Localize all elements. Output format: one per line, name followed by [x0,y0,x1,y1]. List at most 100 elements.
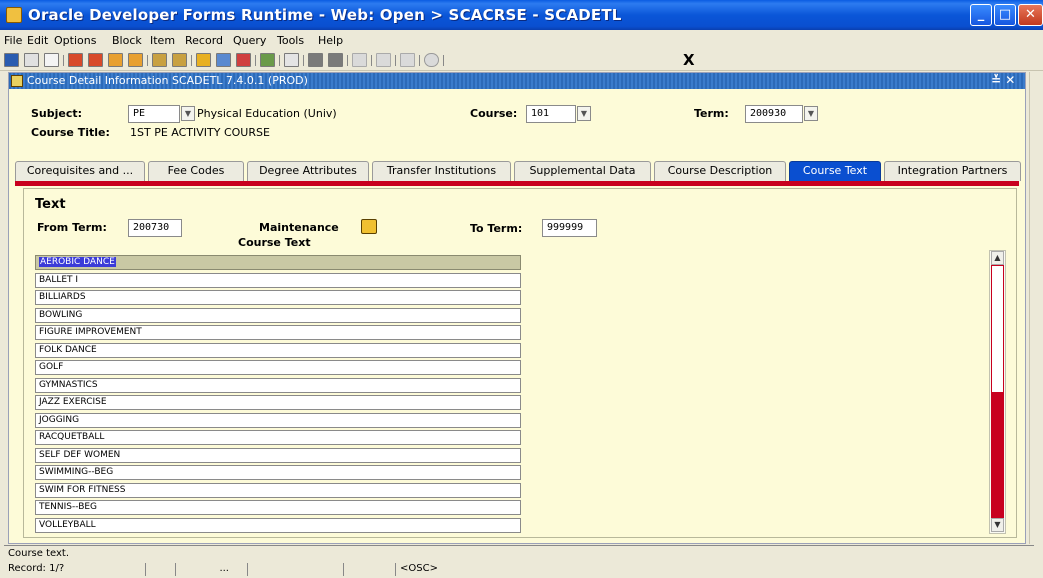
status-message: Course text. [4,545,1034,561]
list-item[interactable]: FIGURE IMPROVEMENT [35,325,521,340]
toolbar-separator [191,55,192,66]
maintenance-label: Maintenance [259,221,339,234]
list-item[interactable]: GYMNASTICS [35,378,521,393]
status-segment [343,563,395,576]
to-term-label: To Term: [470,222,523,235]
tab-fee-codes[interactable]: Fee Codes [148,161,244,181]
tab-course-description[interactable]: Course Description [654,161,786,181]
back-icon[interactable] [352,53,367,67]
tab-supplemental-data[interactable]: Supplemental Data [514,161,651,181]
list-item[interactable]: SWIMMING--BEG [35,465,521,480]
list-item[interactable]: BOWLING [35,308,521,323]
tab-course-text[interactable]: Course Text [789,161,881,181]
list-item[interactable]: BILLIARDS [35,290,521,305]
execute-query-icon[interactable] [172,53,187,67]
menu-query[interactable]: Query [233,34,266,47]
menu-item[interactable]: Item [150,34,175,47]
course-title-value: 1ST PE ACTIVITY COURSE [130,126,270,139]
clear-form-icon[interactable] [308,53,323,67]
subject-description: Physical Education (Univ) [197,107,337,120]
list-item[interactable]: JOGGING [35,413,521,428]
tab-underline [15,181,1019,186]
menu-file[interactable]: File [4,34,22,47]
term-dropdown-button[interactable]: ▼ [804,106,818,121]
rollback-icon[interactable] [24,53,39,67]
menu-options[interactable]: Options [54,34,96,47]
form-icon [11,75,23,87]
insert-record-icon[interactable] [196,53,211,67]
menu-tools[interactable]: Tools [277,34,304,47]
status-segment [247,563,343,576]
maintenance-icon[interactable] [361,219,377,234]
extras-icon[interactable] [400,53,415,67]
enter-query-icon[interactable] [152,53,167,67]
toolbar-separator [347,55,348,66]
course-text-label: Course Text [238,236,311,249]
menu-help[interactable]: Help [318,34,343,47]
from-term-field[interactable]: 200730 [128,219,182,237]
menu-block[interactable]: Block [112,34,142,47]
print-icon[interactable] [44,53,59,67]
tab-transfer-institutions[interactable]: Transfer Institutions [372,161,511,181]
list-item[interactable]: SELF DEF WOMEN [35,448,521,463]
subject-field[interactable]: PE [128,105,180,123]
record-indicator: Record: 1/? [8,563,65,574]
from-term-label: From Term: [37,221,107,234]
osc-indicator: <OSC> [395,563,438,576]
course-dropdown-button[interactable]: ▼ [577,106,591,121]
course-field[interactable]: 101 [526,105,576,123]
toolbar-separator [443,55,444,66]
clear-record-icon[interactable] [328,53,343,67]
options-icon[interactable] [376,53,391,67]
list-item[interactable]: VOLLEYBALL [35,518,521,533]
scrollbar-thumb[interactable] [991,265,1004,393]
help-icon[interactable] [424,53,439,67]
menu-bar: File Edit Options Block Item Record Quer… [0,31,1043,50]
list-item[interactable]: FOLK DANCE [35,343,521,358]
exit-icon[interactable]: X [683,51,695,69]
toolbar-separator [395,55,396,66]
print-form-icon[interactable] [284,53,299,67]
list-item[interactable]: RACQUETBALL [35,430,521,445]
previous-record-icon[interactable] [108,53,123,67]
subject-dropdown-button[interactable]: ▼ [181,106,195,121]
delete-record-icon[interactable] [236,53,251,67]
scrollbar-track[interactable] [991,393,1004,518]
course-text-scrollbar[interactable]: ▲ ▼ [989,250,1006,534]
scroll-down-icon[interactable]: ▼ [991,518,1004,532]
tab-corequisites[interactable]: Corequisites and ... [15,161,145,181]
menu-edit[interactable]: Edit [27,34,48,47]
list-item[interactable]: TENNIS--BEG [35,500,521,515]
save-icon[interactable] [4,53,19,67]
list-item[interactable]: BALLET I [35,273,521,288]
search-icon[interactable] [260,53,275,67]
scroll-up-icon[interactable]: ▲ [991,251,1004,265]
window-scrollbar[interactable] [1029,72,1043,544]
app-icon [6,7,22,23]
toolbar-separator [255,55,256,66]
form-title-bar: Course Detail Information SCADETL 7.4.0.… [9,73,1025,89]
list-item[interactable]: GOLF [35,360,521,375]
subject-label: Subject: [31,107,83,120]
status-segment [145,563,175,576]
list-item[interactable]: AEROBIC DANCE [35,255,521,270]
list-item[interactable]: JAZZ EXERCISE [35,395,521,410]
minimize-button[interactable]: _ [970,4,992,26]
form-window-controls[interactable]: ≚ ✕ [991,73,1015,87]
to-term-field[interactable]: 999999 [542,219,597,237]
course-label: Course: [470,107,518,120]
tab-integration-partners[interactable]: Integration Partners [884,161,1021,181]
tab-degree-attributes[interactable]: Degree Attributes [247,161,369,181]
term-field[interactable]: 200930 [745,105,803,123]
next-record-icon[interactable] [128,53,143,67]
previous-block-icon[interactable] [68,53,83,67]
close-button[interactable]: ✕ [1018,4,1043,26]
toolbar-separator [279,55,280,66]
list-item[interactable]: SWIM FOR FITNESS [35,483,521,498]
next-block-icon[interactable] [88,53,103,67]
maximize-button[interactable]: □ [994,4,1016,26]
toolbar: X [0,50,1043,71]
window-title: Oracle Developer Forms Runtime - Web: Op… [28,6,622,24]
menu-record[interactable]: Record [185,34,223,47]
duplicate-record-icon[interactable] [216,53,231,67]
